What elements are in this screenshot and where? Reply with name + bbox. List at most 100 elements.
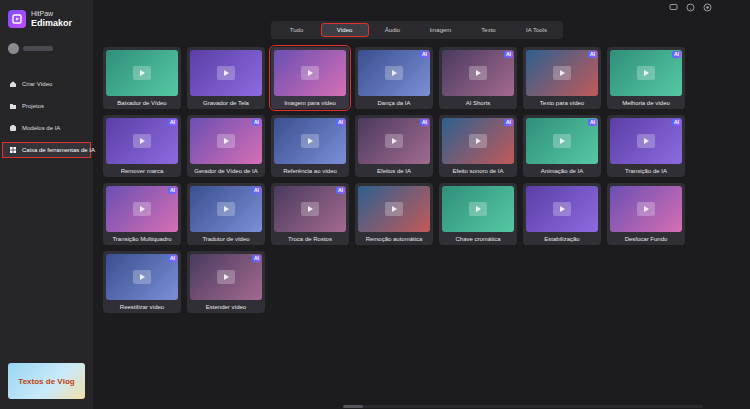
tool-card[interactable]: AITransição Multiquadro <box>103 183 181 245</box>
tool-card[interactable]: AIRemover marca <box>103 115 181 177</box>
settings-icon[interactable] <box>703 3 712 12</box>
tool-card[interactable]: AI Estender vídeo <box>187 251 265 313</box>
tool-thumbnail <box>190 50 262 96</box>
tool-thumbnail <box>106 254 178 300</box>
brand-top: HitPaw <box>31 9 72 18</box>
tool-thumbnail <box>358 50 430 96</box>
category-tab[interactable]: Áudio <box>369 23 417 37</box>
tool-label: Transição Multiquadro <box>103 232 181 245</box>
sidebar-item[interactable]: Projetos <box>2 98 91 114</box>
sidebar-item-label: Criar Vídeo <box>22 81 52 87</box>
tool-grid: Baixador de Vídeo Gravador de Tela Imagem … <box>93 47 750 313</box>
category-tab[interactable]: Imagem <box>417 23 465 37</box>
help-icon[interactable] <box>686 3 695 12</box>
ai-badge: AI <box>504 119 513 126</box>
tabs-row: TudoVídeoÁudioImagemTextoIA Tools <box>93 21 750 39</box>
tool-card[interactable]: Imagem para vídeo <box>271 47 349 109</box>
tool-label: Estender vídeo <box>187 300 265 313</box>
sidebar-item-label: Caixa de ferramentas de IA <box>22 147 95 153</box>
tool-label: Efeitos de IA <box>355 164 433 177</box>
scrollbar[interactable] <box>343 405 703 408</box>
tool-card[interactable]: Estabilização <box>523 183 601 245</box>
avatar-icon[interactable] <box>8 43 19 54</box>
tool-card[interactable]: AIAI Shorts <box>439 47 517 109</box>
tool-preview-icon <box>132 133 152 149</box>
tool-thumbnail <box>610 118 682 164</box>
tool-thumbnail <box>442 50 514 96</box>
tool-thumbnail <box>274 118 346 164</box>
tool-preview-icon <box>132 269 152 285</box>
ai-badge: AI <box>504 51 513 58</box>
tool-label: Estabilização <box>523 232 601 245</box>
ai-badge: AI <box>420 51 429 58</box>
brand-text: HitPawEdimakor <box>31 9 72 29</box>
ai-badge: AI <box>252 187 261 194</box>
ai-badge: AI <box>420 119 429 126</box>
category-tab[interactable]: IA Tools <box>513 23 561 37</box>
folder-icon <box>9 102 17 110</box>
tool-label: Gerador de Vídeo de IA <box>187 164 265 177</box>
tool-card[interactable]: AIMelhoria de vídeo <box>607 47 685 109</box>
category-tab[interactable]: Texto <box>465 23 513 37</box>
tool-thumbnail <box>190 118 262 164</box>
tool-card[interactable]: Baixador de Vídeo <box>103 47 181 109</box>
tool-label: Baixador de Vídeo <box>103 96 181 109</box>
tool-label: Chave cromática <box>439 232 517 245</box>
sidebar-item[interactable]: Caixa de ferramentas de IA <box>2 142 91 158</box>
tool-card[interactable]: AIEfeito sonoro de IA <box>439 115 517 177</box>
tool-preview-icon <box>384 201 404 217</box>
tool-preview-icon <box>384 65 404 81</box>
tool-thumbnail <box>190 186 262 232</box>
tool-thumbnail <box>358 118 430 164</box>
promo-text: Textos de Vlog <box>18 377 74 386</box>
category-tab[interactable]: Tudo <box>273 23 321 37</box>
ai-badge: AI <box>336 187 345 194</box>
tool-preview-icon <box>636 133 656 149</box>
tool-card[interactable]: AI Gerador de Vídeo de IA <box>187 115 265 177</box>
category-tab[interactable]: Vídeo <box>321 23 369 37</box>
brand: HitPawEdimakor <box>0 9 93 29</box>
tool-card[interactable]: AI Efeitos de IA <box>355 115 433 177</box>
feedback-icon[interactable] <box>669 3 678 12</box>
category-tabs: TudoVídeoÁudioImagemTextoIA Tools <box>271 21 563 39</box>
ai-badge: AI <box>252 255 261 262</box>
tool-preview-icon <box>552 133 572 149</box>
tool-card[interactable]: Gravador de Tela <box>187 47 265 109</box>
brand-bottom: Edimakor <box>31 18 72 29</box>
tool-card[interactable]: AI Dança da IA <box>355 47 433 109</box>
tool-label: Remover marca <box>103 164 181 177</box>
ai-badge: AI <box>588 119 597 126</box>
tool-card[interactable]: AITroca de Rostos <box>271 183 349 245</box>
tool-card[interactable]: Chave cromática <box>439 183 517 245</box>
tool-card[interactable]: Desfocar Fundo <box>607 183 685 245</box>
account[interactable] <box>8 43 85 54</box>
tool-label: Dança da IA <box>355 96 433 109</box>
tool-preview-icon <box>468 201 488 217</box>
ai-badge: AI <box>672 51 681 58</box>
tool-thumbnail <box>274 50 346 96</box>
ai-badge: AI <box>336 119 345 126</box>
tool-preview-icon <box>636 201 656 217</box>
tool-card[interactable]: AITransição de IA <box>607 115 685 177</box>
tool-card[interactable]: AIReferência ao vídeo <box>271 115 349 177</box>
tool-card[interactable]: AITexto para vídeo <box>523 47 601 109</box>
sidebar-item[interactable]: Modelos de IA <box>2 120 91 136</box>
account-name-blur <box>23 46 53 51</box>
tool-card[interactable]: AIReestilizar vídeo <box>103 251 181 313</box>
promo-banner[interactable]: Textos de Vlog <box>8 363 85 399</box>
tool-card[interactable]: AIAnimação de IA <box>523 115 601 177</box>
tool-label: Desfocar Fundo <box>607 232 685 245</box>
tool-thumbnail <box>610 50 682 96</box>
tool-thumbnail <box>106 118 178 164</box>
tool-label: Gravador de Tela <box>187 96 265 109</box>
tool-card[interactable]: AITradutor de vídeo <box>187 183 265 245</box>
tool-preview-icon <box>552 65 572 81</box>
tool-thumbnail <box>610 186 682 232</box>
tool-preview-icon <box>636 65 656 81</box>
ai-badge: AI <box>252 119 261 126</box>
top-icons <box>93 0 750 15</box>
tool-card[interactable]: Remoção automática <box>355 183 433 245</box>
sidebar-item[interactable]: Criar Vídeo <box>2 76 91 92</box>
tool-thumbnail <box>442 186 514 232</box>
scrollbar-thumb[interactable] <box>343 405 363 408</box>
